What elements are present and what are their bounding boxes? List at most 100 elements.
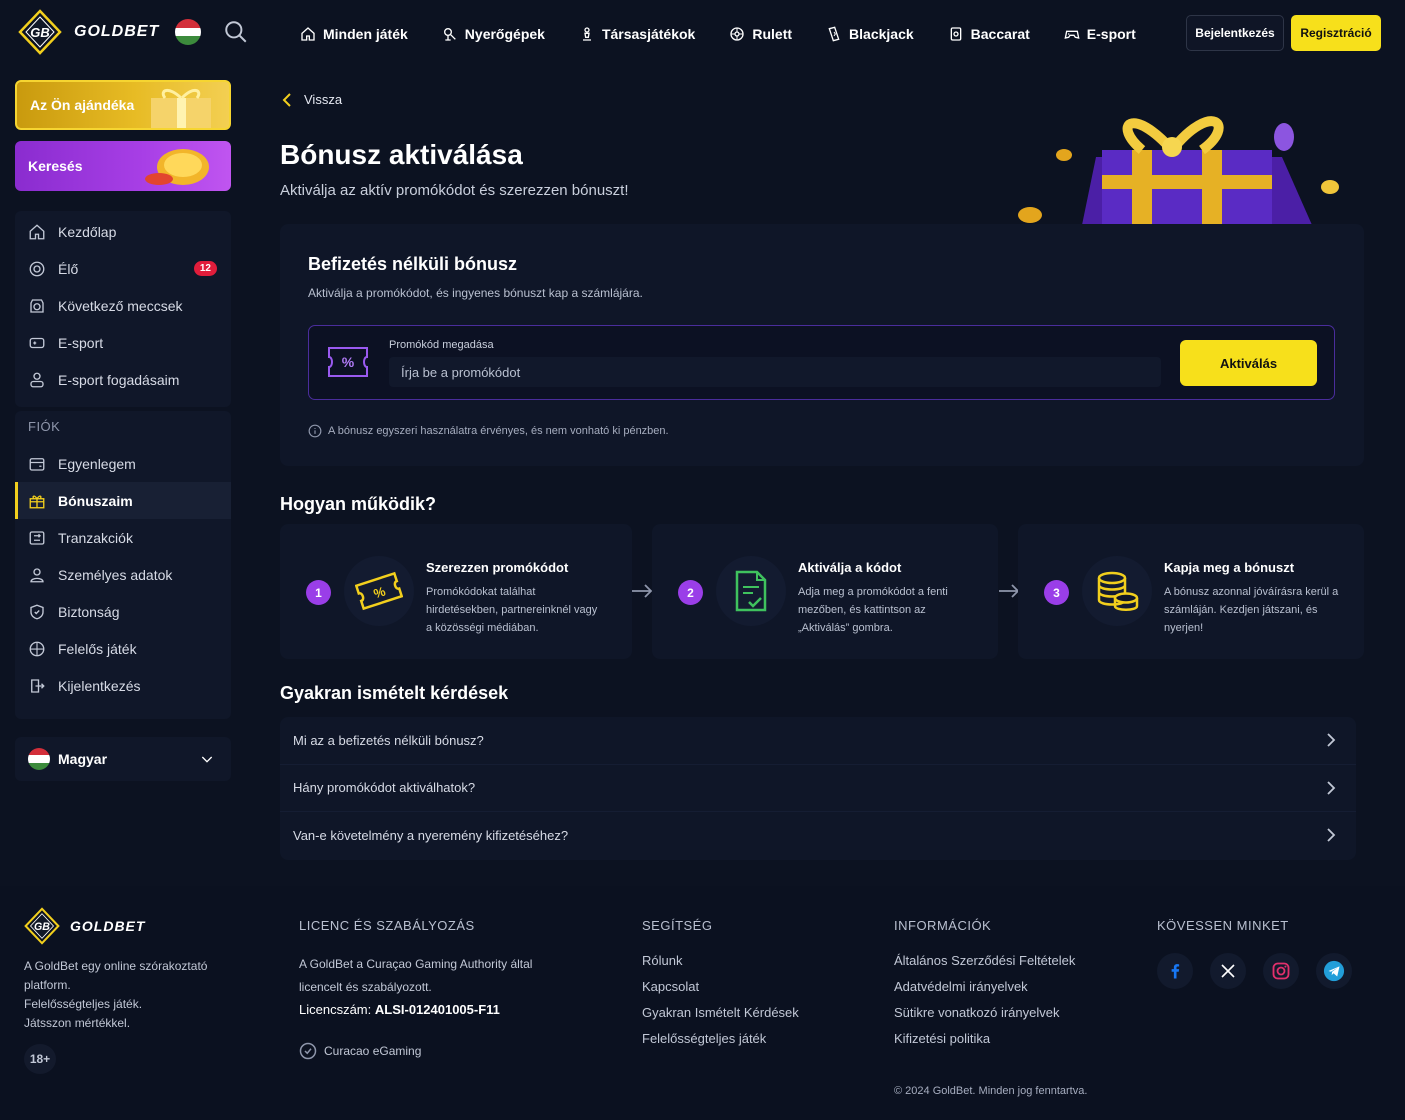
sidebar-item-upcoming[interactable]: Következő meccsek bbox=[15, 287, 231, 324]
nav-label: Blackjack bbox=[849, 26, 914, 42]
top-header: GB GOLDBET Minden játék Nyerőgépek Társa… bbox=[0, 0, 1405, 66]
coin-icon bbox=[145, 149, 209, 185]
wallet-icon bbox=[29, 457, 45, 471]
chevron-right-icon bbox=[1327, 780, 1336, 795]
nav-blackjack[interactable]: Blackjack bbox=[812, 16, 928, 52]
brand-name: GOLDBET bbox=[74, 23, 160, 40]
footer-link-payments[interactable]: Kifizetési politika bbox=[894, 1031, 1075, 1046]
sidebar-item-personal[interactable]: Személyes adatok bbox=[15, 556, 231, 593]
gift-promo-card[interactable]: Az Ön ajándéka bbox=[15, 80, 231, 130]
goldbet-logo-icon: GB bbox=[24, 907, 60, 945]
search-promo-card[interactable]: Keresés bbox=[15, 141, 231, 191]
nav-slots[interactable]: Nyerőgépek bbox=[428, 16, 559, 52]
shield-icon bbox=[30, 604, 44, 619]
chevron-right-icon bbox=[1327, 733, 1336, 747]
footer-brand: GOLDBET bbox=[70, 918, 146, 934]
footer-link-about[interactable]: Rólunk bbox=[642, 953, 799, 968]
curacao-label: Curacao eGaming bbox=[324, 1044, 422, 1058]
faq-item[interactable]: Hány promókódot aktiválhatok? bbox=[280, 765, 1356, 813]
home-icon bbox=[301, 27, 315, 41]
step-card-1: 1 % Szerezzen promókódot Promókódokat ta… bbox=[280, 524, 632, 659]
ticket-icon: % bbox=[344, 556, 414, 626]
footer-link-terms[interactable]: Általános Szerződési Feltételek bbox=[894, 953, 1075, 968]
roulette-icon bbox=[730, 27, 745, 41]
footer-logo[interactable]: GB GOLDBET bbox=[24, 906, 145, 946]
gamepad-icon bbox=[1064, 30, 1080, 39]
footer-link-cookies[interactable]: Sütikre vonatkozó irányelvek bbox=[894, 1005, 1075, 1020]
footer-link-responsible[interactable]: Felelősségteljes játék bbox=[642, 1031, 799, 1046]
sidebar-item-security[interactable]: Biztonság bbox=[15, 593, 231, 630]
promo-code-box: % Promókód megadása Aktiválás bbox=[308, 325, 1335, 400]
hungarian-flag-icon[interactable] bbox=[175, 19, 202, 45]
footer-link-contact[interactable]: Kapcsolat bbox=[642, 979, 799, 994]
sidebar-item-home[interactable]: Kezdőlap bbox=[15, 213, 231, 250]
footer-help-column: SEGÍTSÉG Rólunk Kapcsolat Gyakran Isméte… bbox=[642, 918, 799, 1057]
sidebar-item-esport-bets[interactable]: E-sport fogadásaim bbox=[15, 361, 231, 398]
faq-list: Mi az a befizetés nélküli bónusz? Hány p… bbox=[280, 717, 1356, 860]
svg-text:%: % bbox=[342, 354, 355, 370]
baccarat-icon bbox=[950, 27, 961, 41]
register-button[interactable]: Regisztráció bbox=[1291, 15, 1381, 51]
step-title: Szerezzen promókódot bbox=[426, 560, 569, 575]
nav-label: Baccarat bbox=[970, 26, 1030, 42]
sidebar-item-responsible[interactable]: Felelős játék bbox=[15, 630, 231, 667]
footer-license-column: LICENC ÉS SZABÁLYOZÁS A GoldBet a Curaça… bbox=[299, 918, 549, 1017]
sidebar-item-balance[interactable]: Egyenlegem bbox=[15, 445, 231, 482]
footer-follow-title: KÖVESSEN MINKET bbox=[1157, 918, 1289, 933]
sidebar-item-label: E-sport fogadásaim bbox=[58, 371, 180, 388]
nav-board-games[interactable]: Társasjátékok bbox=[565, 16, 709, 52]
user-icon bbox=[30, 567, 44, 582]
faq-item[interactable]: Mi az a befizetés nélküli bónusz? bbox=[280, 717, 1356, 765]
curacao-seal-icon bbox=[299, 1042, 317, 1060]
footer-info-title: INFORMÁCIÓK bbox=[894, 918, 992, 933]
logo[interactable]: GB GOLDBET bbox=[18, 9, 249, 55]
page-subtitle: Aktiválja az aktív promókódot és szerezz… bbox=[280, 182, 629, 199]
sidebar-item-logout[interactable]: Kijelentkezés bbox=[15, 667, 231, 704]
step-text: Promókódokat találhat hirdetésekben, par… bbox=[426, 586, 598, 634]
telegram-icon[interactable] bbox=[1316, 953, 1352, 989]
instagram-icon[interactable] bbox=[1263, 953, 1299, 989]
sidebar-item-transactions[interactable]: Tranzakciók bbox=[15, 519, 231, 556]
promo-code-input[interactable] bbox=[389, 357, 1161, 387]
step-card-3: 3 Kapja meg a bónuszt A bónusz azonnal j… bbox=[1018, 524, 1364, 659]
sidebar-item-label: E-sport bbox=[58, 334, 104, 351]
footer-link-privacy[interactable]: Adatvédelmi irányelvek bbox=[894, 979, 1075, 994]
sidebar-item-live[interactable]: Élő 12 bbox=[15, 250, 231, 287]
faq-title: Gyakran ismételt kérdések bbox=[280, 683, 509, 703]
svg-text:GB: GB bbox=[30, 25, 50, 40]
pawn-icon bbox=[582, 27, 591, 41]
activate-button[interactable]: Aktiválás bbox=[1180, 340, 1317, 386]
slot-icon bbox=[443, 28, 456, 41]
sidebar-item-label: Következő meccsek bbox=[58, 297, 183, 314]
sidebar-item-esport[interactable]: E-sport bbox=[15, 324, 231, 361]
calendar-icon bbox=[30, 298, 44, 313]
faq-item[interactable]: Van-e követelmény a nyeremény kifizetésé… bbox=[280, 812, 1356, 860]
sidebar-item-label: Felelős játék bbox=[58, 640, 137, 657]
footer-about-line: Játsszon mértékkel. bbox=[24, 1016, 131, 1030]
cards-icon bbox=[828, 26, 840, 42]
bonus-card-description: Aktiválja a promókódot, és ingyenes bónu… bbox=[308, 286, 643, 300]
footer-about-line: Felelősségteljes játék. bbox=[24, 997, 143, 1011]
x-icon[interactable] bbox=[1210, 953, 1246, 989]
step-card-2: 2 Aktiválja a kódot Adja meg a promókódo… bbox=[652, 524, 998, 659]
footer-link-faq[interactable]: Gyakran Ismételt Kérdések bbox=[642, 1005, 799, 1020]
sidebar-item-label: Kijelentkezés bbox=[58, 677, 141, 694]
nav-baccarat[interactable]: Baccarat bbox=[934, 16, 1044, 52]
nav-all-games[interactable]: Minden játék bbox=[286, 16, 422, 52]
back-link[interactable]: Vissza bbox=[282, 92, 342, 107]
nav-label: Minden játék bbox=[323, 26, 408, 42]
sidebar-item-label: Személyes adatok bbox=[58, 566, 173, 583]
curacao-badge[interactable]: Curacao eGaming bbox=[299, 1042, 421, 1060]
sidebar-item-bonuses[interactable]: Bónuszaim bbox=[15, 482, 231, 519]
nav-roulette[interactable]: Rulett bbox=[715, 16, 806, 52]
login-button[interactable]: Bejelentkezés bbox=[1186, 15, 1284, 51]
language-label: Magyar bbox=[58, 751, 108, 767]
facebook-icon[interactable] bbox=[1157, 953, 1193, 989]
search-icon[interactable] bbox=[223, 19, 249, 45]
home-icon bbox=[29, 223, 45, 239]
bets-icon bbox=[30, 372, 44, 387]
nav-esport[interactable]: E-sport bbox=[1050, 16, 1150, 52]
responsible-icon bbox=[29, 641, 45, 656]
age-badge: 18+ bbox=[24, 1044, 56, 1074]
language-selector[interactable]: Magyar bbox=[15, 737, 231, 781]
